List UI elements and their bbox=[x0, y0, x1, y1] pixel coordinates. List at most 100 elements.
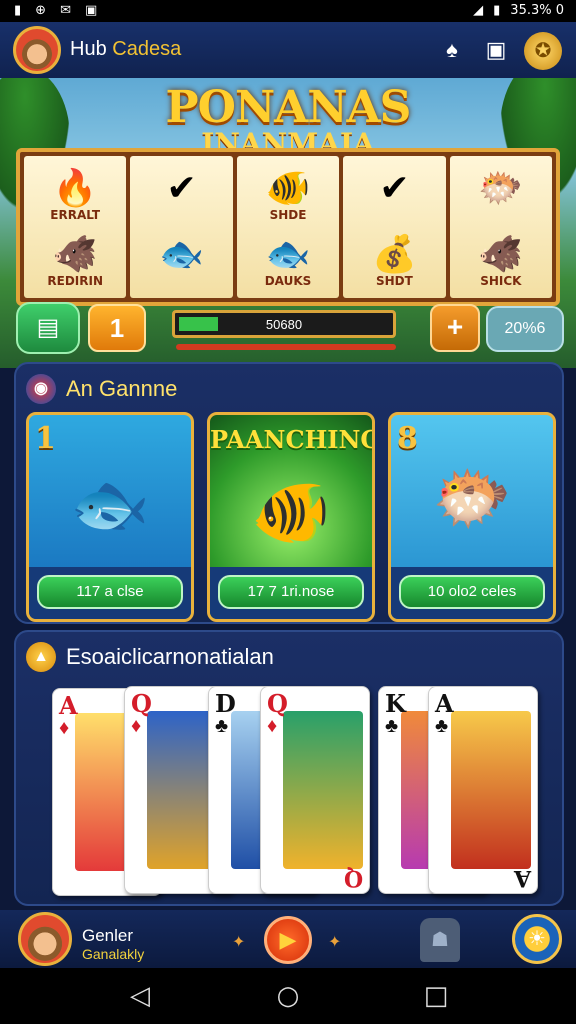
symbol-label: DAUKS bbox=[264, 274, 312, 288]
system-nav-bar: ◁ ○ □ bbox=[0, 968, 576, 1024]
card-face-art bbox=[283, 711, 363, 869]
card-rank: A bbox=[435, 689, 454, 718]
reel-symbol: 🐟 bbox=[130, 234, 232, 274]
gold-coin-icon[interactable]: ✪ bbox=[524, 32, 562, 70]
profile-avatar[interactable] bbox=[13, 26, 61, 74]
card-rank: K bbox=[385, 689, 406, 718]
card-rank: Q bbox=[131, 689, 152, 718]
symbol-icon: 🐗 bbox=[52, 233, 98, 274]
sun-icon[interactable]: ☀ bbox=[512, 914, 562, 964]
game-number: 1 bbox=[35, 421, 56, 456]
game-card-1[interactable]: 1 🐟 117 a clse bbox=[26, 412, 194, 622]
wallet-button[interactable]: ▤ bbox=[16, 302, 80, 354]
app-title: Hub Cadesa bbox=[70, 38, 182, 60]
card-face-art bbox=[451, 711, 531, 869]
games-panel: ◉ An Gannne 1 🐟 117 a clse PAANCHING 🐠 1… bbox=[14, 362, 564, 624]
sim-icon: ▮ bbox=[14, 3, 22, 18]
symbol-label: REDIRIN bbox=[47, 274, 104, 288]
green-fish-icon: 🐠 bbox=[251, 476, 331, 548]
camera-icon[interactable]: ▣ bbox=[482, 36, 510, 64]
card-suit-icon: ♦ bbox=[267, 715, 278, 737]
symbol-icon: 🐡 bbox=[478, 167, 524, 208]
battery-icon: ▮ bbox=[493, 3, 501, 18]
game-card-3[interactable]: 8 🐡 10 olo2 celes bbox=[388, 412, 556, 622]
symbol-icon: ✔ bbox=[379, 167, 410, 208]
reel-symbol: 🐟 DAUKS bbox=[237, 233, 339, 289]
play-button[interactable]: ▶ bbox=[264, 916, 312, 964]
reel-symbol: 🐗 REDIRIN bbox=[24, 233, 126, 289]
balance-meter: 50680 bbox=[172, 310, 396, 338]
reel-symbol: 🐡 bbox=[450, 168, 552, 208]
player-avatar[interactable] bbox=[18, 912, 72, 966]
reel-3: 🐠 SHDE 🐟 DAUKS bbox=[236, 156, 340, 298]
card-suit-icon: ♦ bbox=[59, 717, 70, 739]
symbol-icon: 🐟 bbox=[265, 233, 311, 274]
player-subtitle: Ganalakly bbox=[82, 946, 145, 962]
playing-cards: A♦AQ♦QD♣DQ♦QK♣KA♣A bbox=[52, 684, 552, 898]
symbol-label: SHDE bbox=[269, 208, 307, 222]
reel-symbol: 🔥 ERRALT bbox=[24, 167, 126, 223]
reel-symbol: 🐠 SHDE bbox=[237, 168, 339, 223]
symbol-icon: 🔥 bbox=[52, 167, 98, 208]
card-rank: D bbox=[215, 689, 236, 718]
symbol-label: SHICK bbox=[480, 274, 522, 288]
bet-level-button[interactable]: 1 bbox=[88, 304, 146, 352]
game-cta-button[interactable]: 17 7 1ri.nose bbox=[218, 575, 364, 609]
symbol-icon: 🐗 bbox=[478, 233, 524, 274]
add-button[interactable]: + bbox=[430, 304, 480, 352]
card-rank-bottom: A bbox=[513, 865, 531, 891]
reel-symbol: ✔ bbox=[130, 168, 232, 208]
card-rank-bottom: Q bbox=[343, 865, 363, 891]
card-suit-icon: ♣ bbox=[435, 715, 449, 737]
status-bar: ▮ ⊕ ✉ ▣ ◢ ▮ 35.3% 0 bbox=[0, 0, 576, 22]
gem-left-icon: ✦ bbox=[232, 934, 246, 951]
home-icon[interactable]: ○ bbox=[272, 980, 304, 1012]
spade-icon[interactable]: ♠ bbox=[438, 36, 466, 64]
symbol-label: SHDT bbox=[376, 274, 413, 288]
reel-4: ✔ 💰 SHDT bbox=[343, 156, 446, 298]
game-cta-button[interactable]: 117 a clse bbox=[37, 575, 183, 609]
signal-icon: ◢ bbox=[473, 3, 484, 18]
game-card-2[interactable]: PAANCHING 🐠 17 7 1ri.nose bbox=[207, 412, 375, 622]
cards-badge-icon: ▲ bbox=[26, 642, 56, 672]
message-icon: ✉ bbox=[60, 3, 71, 18]
app-header: Hub Cadesa ♠ ▣ ✪ bbox=[0, 22, 576, 78]
reel-symbol: 💰 SHDT bbox=[343, 234, 445, 289]
reel-2: ✔ 🐟 bbox=[130, 156, 233, 298]
notification-icon: ▣ bbox=[84, 3, 98, 18]
player-bar: Genler Ganalakly ✦ ▶ ✦ ☗ ☀ bbox=[0, 910, 576, 968]
games-badge-icon: ◉ bbox=[26, 374, 56, 404]
playing-card[interactable]: A ♣ A bbox=[428, 686, 538, 894]
symbol-icon: 🐟 bbox=[159, 233, 205, 274]
status-text: 35.3% 0 bbox=[510, 3, 564, 18]
cards-title: Esoaiclicarnonatialan bbox=[66, 644, 274, 669]
games-title: An Gannne bbox=[66, 376, 178, 401]
reel-1: 🔥 ERRALT 🐗 REDIRIN bbox=[24, 156, 127, 298]
reel-5: 🐡 🐗 SHICK bbox=[449, 156, 553, 298]
player-name: Genler bbox=[82, 926, 134, 945]
slot-reels: 🔥 ERRALT 🐗 REDIRIN ✔ 🐟 🐠 SHDE 🐟 DAUKS ✔ 💰 SHDT 🐡 🐗 SHIC… bbox=[16, 148, 560, 306]
game-cta-button[interactable]: 10 olo2 celes bbox=[399, 575, 545, 609]
game-headline: PAANCHING bbox=[210, 425, 375, 454]
reel-symbol: ✔ bbox=[343, 168, 445, 208]
card-rank: Q bbox=[267, 689, 288, 718]
logo-line-1: PONANAS bbox=[165, 82, 412, 133]
score-button[interactable]: 20%6 bbox=[486, 306, 564, 352]
cards-panel: ▲ Esoaiclicarnonatialan A♦AQ♦QD♣DQ♦QK♣KA… bbox=[14, 630, 564, 906]
wallet-icon: ▤ bbox=[36, 314, 60, 341]
card-suit-icon: ♣ bbox=[385, 715, 399, 737]
card-rank: A bbox=[59, 691, 78, 720]
treasure-fish-icon: 🐡 bbox=[432, 462, 512, 534]
playing-card[interactable]: Q♦Q bbox=[260, 686, 370, 894]
back-icon[interactable]: ◁ bbox=[124, 980, 156, 1012]
globe-icon: ⊕ bbox=[35, 3, 47, 18]
robot-icon[interactable]: ☗ bbox=[420, 918, 460, 962]
symbol-icon: ✔ bbox=[166, 167, 197, 208]
meter-value: 50680 bbox=[265, 317, 303, 332]
card-suit-icon: ♦ bbox=[131, 715, 142, 737]
progress-bar bbox=[176, 344, 396, 350]
slot-controls: ▤ 1 50680 + 20%6 bbox=[0, 302, 576, 362]
marlin-icon: 🐟 bbox=[70, 468, 150, 540]
card-suit-icon: ♣ bbox=[215, 715, 229, 737]
recents-icon[interactable]: □ bbox=[420, 980, 452, 1012]
